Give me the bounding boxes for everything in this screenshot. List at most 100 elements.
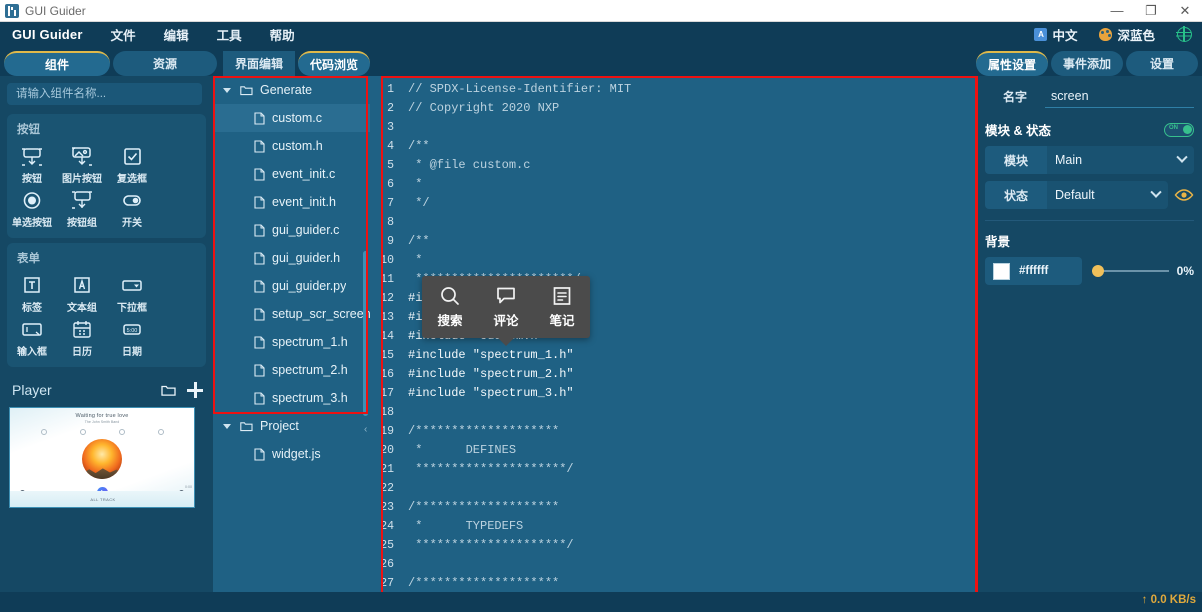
line-text: * TYPEDEFS — [408, 519, 524, 533]
tree-file-event-init-c[interactable]: event_init.c — [213, 160, 370, 188]
preview-icon-1 — [40, 429, 47, 435]
color-swatch — [993, 262, 1010, 280]
file-tree-panel: Generate custom.c custom.h event_init.c … — [213, 76, 370, 612]
component-switch[interactable]: 开关 — [107, 190, 157, 229]
component-checkbox-label: 复选框 — [117, 174, 147, 185]
menu-help[interactable]: 帮助 — [270, 25, 295, 44]
search-input[interactable] — [7, 83, 202, 105]
tree-file-event-init-h[interactable]: event_init.h — [213, 188, 370, 216]
player-header: Player — [0, 376, 213, 404]
tab-code-browser[interactable]: 代码浏览 — [298, 51, 370, 76]
folder-icon[interactable] — [161, 384, 176, 397]
workspace: 按钮 按钮 图片按钮 复选 — [0, 76, 1202, 612]
tree-file-widget-js[interactable]: widget.js — [213, 440, 370, 468]
code-row: 25 *********************/ — [378, 536, 977, 555]
context-popup[interactable]: 搜索 评论 笔记 — [422, 276, 590, 346]
code-row: 4 /** — [378, 137, 977, 156]
svg-text:5:00: 5:00 — [127, 328, 138, 334]
globe-button[interactable] — [1176, 25, 1192, 42]
tab-properties[interactable]: 属性设置 — [976, 51, 1048, 76]
component-button[interactable]: 按钮 — [7, 146, 57, 185]
menu-tools[interactable]: 工具 — [217, 25, 242, 44]
line-number: 15 — [380, 349, 394, 362]
line-number: 27 — [380, 577, 394, 590]
name-value[interactable]: screen — [1045, 84, 1194, 108]
tree-label: spectrum_1.h — [272, 335, 348, 349]
chevron-down-icon — [223, 87, 231, 93]
popup-search[interactable]: 搜索 — [424, 285, 476, 329]
tree-scrollbar[interactable] — [363, 251, 368, 416]
file-icon — [254, 111, 265, 125]
component-calendar[interactable]: 日历 — [57, 319, 107, 358]
tree-file-gui-guider-c[interactable]: gui_guider.c — [213, 216, 370, 244]
theme-selector[interactable]: 深蓝色 — [1099, 25, 1155, 44]
tab-resources[interactable]: 资源 — [113, 51, 217, 76]
background-color-picker[interactable]: #ffffff — [985, 257, 1082, 285]
folder-icon — [240, 85, 253, 96]
tab-ui-editor[interactable]: 界面编辑 — [223, 51, 295, 76]
module-state-toggle[interactable]: ON — [1164, 122, 1194, 137]
tree-label: setup_scr_screen — [272, 307, 370, 321]
line-number: 22 — [380, 482, 394, 495]
menu-file[interactable]: 文件 — [111, 25, 136, 44]
component-radio-button[interactable]: 单选按钮 — [7, 190, 57, 229]
line-text: #include "spectrum_1.h" — [408, 348, 574, 362]
tree-file-custom-c[interactable]: custom.c — [213, 104, 370, 132]
tree-folder-project[interactable]: Project — [213, 412, 370, 440]
state-select[interactable]: Default — [1047, 181, 1168, 209]
component-button-group[interactable]: 按钮组 — [57, 190, 107, 229]
component-textarea[interactable]: 文本组 — [57, 275, 107, 314]
slider-knob[interactable] — [1092, 265, 1104, 277]
tree-file-spectrum-3-h[interactable]: spectrum_3.h — [213, 384, 370, 412]
component-checkbox[interactable]: 复选框 — [107, 146, 157, 185]
code-editor[interactable]: 1 // SPDX-License-Identifier: MIT 2 // Cop… — [370, 76, 977, 612]
component-date-label: 日期 — [122, 347, 142, 358]
opacity-slider[interactable]: 0% — [1092, 264, 1194, 278]
panel-collapse-handle[interactable]: ‹ — [364, 424, 367, 435]
state-row: 状态 Default — [985, 181, 1194, 209]
line-number: 17 — [380, 387, 394, 400]
tab-components[interactable]: 组件 — [4, 51, 110, 76]
component-dropdown[interactable]: 下拉框 — [107, 275, 157, 314]
popup-comment-label: 评论 — [493, 314, 519, 328]
code-row: 10 * — [378, 251, 977, 270]
tree-file-spectrum-1-h[interactable]: spectrum_1.h — [213, 328, 370, 356]
component-radio-button-label: 单选按钮 — [12, 218, 52, 229]
component-image-button[interactable]: 图片按钮 — [57, 146, 107, 185]
tree-file-gui-guider-h[interactable]: gui_guider.h — [213, 244, 370, 272]
line-number: 19 — [380, 425, 394, 438]
line-number: 7 — [387, 197, 394, 210]
eye-icon[interactable] — [1174, 185, 1194, 205]
close-button[interactable]: ✕ — [1168, 0, 1202, 22]
plus-icon[interactable] — [187, 382, 203, 398]
module-select[interactable]: Main — [1047, 146, 1194, 174]
popup-comment[interactable]: 评论 — [480, 285, 532, 329]
background-title: 背景 — [985, 235, 1011, 249]
tree-file-setup-scr-screen[interactable]: setup_scr_screen — [213, 300, 370, 328]
preview-icon-4 — [157, 429, 164, 435]
file-icon — [254, 335, 265, 349]
group-forms-grid: 标签 文本组 下拉框 输入框 日历 5:00 日期 — [7, 270, 206, 358]
tab-events[interactable]: 事件添加 — [1051, 51, 1123, 76]
menu-edit[interactable]: 编辑 — [164, 25, 189, 44]
line-text: /******************** — [408, 500, 560, 514]
component-date[interactable]: 5:00 日期 — [107, 319, 157, 358]
code-row: 6 * — [378, 175, 977, 194]
player-preview[interactable]: Waiting for true love The John Smith Ban… — [9, 407, 195, 508]
chevron-down-icon — [1176, 151, 1188, 163]
component-label[interactable]: 标签 — [7, 275, 57, 314]
tree-file-spectrum-2-h[interactable]: spectrum_2.h — [213, 356, 370, 384]
input-icon — [20, 319, 44, 341]
popup-note[interactable]: 笔记 — [536, 285, 588, 329]
minimize-button[interactable]: — — [1100, 0, 1134, 22]
maximize-button[interactable]: ❐ — [1134, 0, 1168, 22]
line-text: */ — [408, 196, 430, 210]
component-input[interactable]: 输入框 — [7, 319, 57, 358]
tree-file-custom-h[interactable]: custom.h — [213, 132, 370, 160]
tab-settings[interactable]: 设置 — [1126, 51, 1198, 76]
preview-footer: 0:00 ALL TRACK — [10, 485, 194, 507]
tree-file-gui-guider-py[interactable]: gui_guider.py — [213, 272, 370, 300]
language-selector[interactable]: A 中文 — [1034, 25, 1077, 44]
line-number: 8 — [387, 216, 394, 229]
tree-folder-generate[interactable]: Generate — [213, 76, 370, 104]
